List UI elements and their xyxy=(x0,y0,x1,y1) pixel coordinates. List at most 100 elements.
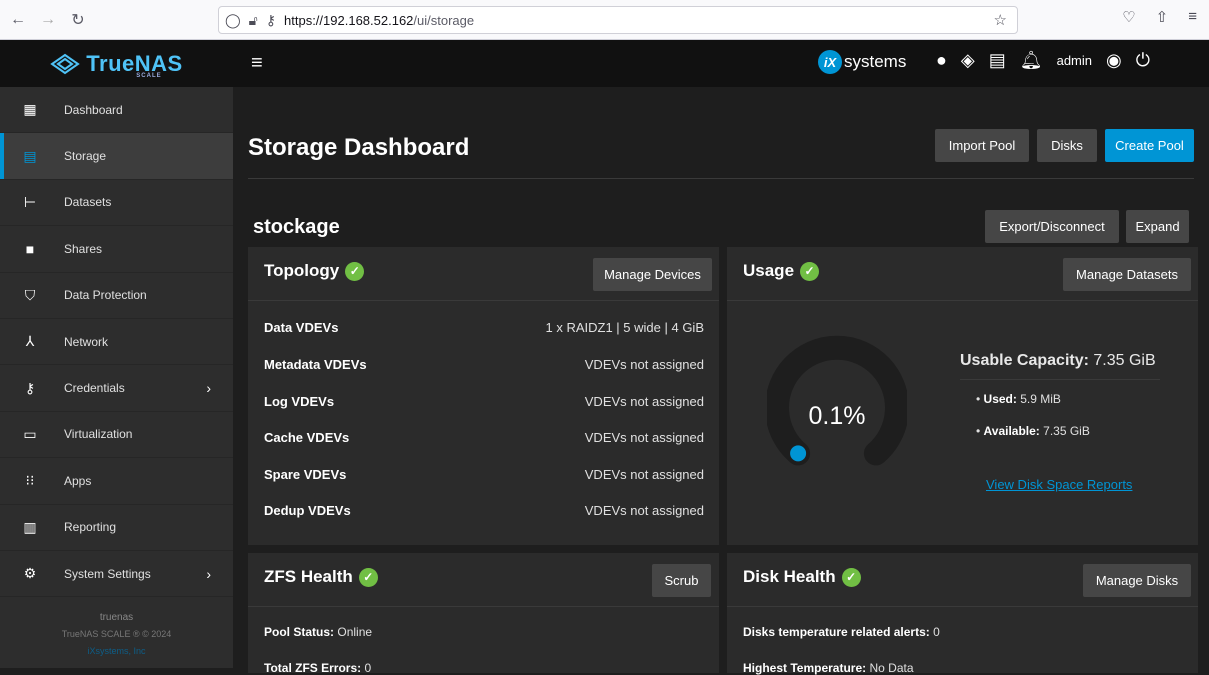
sidebar-item-virtualization[interactable]: ▭ Virtualization xyxy=(0,412,233,459)
reload-icon[interactable]: ↻ xyxy=(66,8,90,32)
gauge-percent: 0.1% xyxy=(808,402,866,430)
bell-icon[interactable]: 🔔︎ xyxy=(1020,50,1043,71)
sidebar-item-data-protection[interactable]: ⛉ Data Protection xyxy=(0,273,233,319)
sidebar-item-storage[interactable]: ▤ Storage xyxy=(0,133,233,180)
bookmark-star-icon[interactable]: ☆ xyxy=(994,11,1007,29)
sidebar-item-apps[interactable]: ⁝⁝ Apps xyxy=(0,458,233,505)
pool-status: Pool Status: Online xyxy=(264,625,373,639)
divider xyxy=(248,606,719,607)
gauge-fill xyxy=(790,445,807,462)
manage-devices-button[interactable]: Manage Devices xyxy=(593,258,712,291)
page-title: Storage Dashboard xyxy=(248,134,470,161)
ixsystems-logo[interactable]: iX systems xyxy=(818,50,906,74)
total-zfs-errors: Total ZFS Errors: 0 xyxy=(264,661,372,675)
truenas-logo[interactable]: TrueNAS SCALE xyxy=(0,40,233,87)
pocket-icon[interactable]: ♡ xyxy=(1122,8,1135,26)
truenas-mark-icon xyxy=(50,53,81,74)
sidebar-item-label: Data Protection xyxy=(64,288,147,303)
hamburger-menu-icon[interactable]: ≡ xyxy=(251,52,263,75)
card-title: Disk Health ✓ xyxy=(743,567,861,587)
browser-toolbar: ← → ↻ ◯ 🔓︎ ⚷ https://192.168.52.162/ui/s… xyxy=(0,0,1209,40)
menu-icon[interactable]: ≡ xyxy=(1188,8,1197,26)
create-pool-button[interactable]: Create Pool xyxy=(1105,129,1194,162)
user-name[interactable]: admin xyxy=(1057,53,1092,68)
card-title: Topology ✓ xyxy=(264,261,365,281)
shield-icon: ⛉ xyxy=(24,286,36,303)
sidebar-item-label: Network xyxy=(64,334,109,349)
sidebar-item-dashboard[interactable]: ▦ Dashboard xyxy=(0,87,233,134)
dashboard-icon: ▦ xyxy=(23,101,37,118)
network-icon: ⅄ xyxy=(25,333,35,350)
usable-capacity: Usable Capacity: 7.35 GiB xyxy=(960,352,1156,369)
sidebar-item-label: Dashboard xyxy=(64,102,123,117)
sidebar-item-reporting[interactable]: ▥ Reporting xyxy=(0,505,233,551)
power-icon[interactable]: ⏻ xyxy=(1136,50,1150,71)
insecure-lock-icon: 🔓︎ xyxy=(248,11,258,28)
expand-button[interactable]: Expand xyxy=(1126,210,1189,243)
back-arrow-icon[interactable]: ← xyxy=(6,8,30,32)
pool-name: stockage xyxy=(253,216,340,238)
available-item: • Available: 7.35 GiB xyxy=(976,424,1090,438)
url-bar[interactable]: ◯ 🔓︎ ⚷ https://192.168.52.162/ui/storage… xyxy=(218,6,1018,34)
main-content: Storage Dashboard Import Pool Disks Crea… xyxy=(233,87,1209,675)
copyright: TrueNAS SCALE ® © 2024 xyxy=(61,629,172,640)
forward-arrow-icon[interactable]: → xyxy=(36,8,60,32)
export-disconnect-button[interactable]: Export/Disconnect xyxy=(985,210,1119,243)
check-circle-icon: ✓ xyxy=(345,261,365,281)
sidebar-item-label: Credentials xyxy=(64,381,125,396)
sidebar-item-label: Reporting xyxy=(64,520,117,535)
sidebar-item-datasets[interactable]: ⊢ Datasets xyxy=(0,180,233,227)
manage-disks-button[interactable]: Manage Disks xyxy=(1083,564,1191,597)
scrub-button[interactable]: Scrub xyxy=(652,564,711,597)
highest-temperature: Highest Temperature: No Data xyxy=(743,661,914,675)
card-title: ZFS Health ✓ xyxy=(264,567,378,587)
check-circle-icon: ✓ xyxy=(841,567,861,587)
sidebar: ▦ Dashboard ▤ Storage ⊢ Datasets ■ Share… xyxy=(0,87,233,668)
account-icon[interactable]: ◉ xyxy=(1106,50,1122,71)
topology-row: Data VDEVs 1 x RAIDZ1 | 5 wide | 4 GiB xyxy=(264,320,704,335)
disks-button[interactable]: Disks xyxy=(1037,129,1097,162)
truecommand-icon[interactable]: ◈ xyxy=(961,50,975,71)
temperature-alerts: Disks temperature related alerts: 0 xyxy=(743,625,940,639)
divider xyxy=(248,178,1194,179)
view-disk-space-reports-link[interactable]: View Disk Space Reports xyxy=(986,477,1132,492)
topology-row: Metadata VDEVs VDEVs not assigned xyxy=(264,357,704,372)
ix-text: systems xyxy=(844,52,907,71)
sidebar-item-label: Datasets xyxy=(64,195,112,210)
used-item: • Used: 5.9 MiB xyxy=(976,392,1061,406)
community-icon[interactable]: ● xyxy=(936,50,947,71)
company-link[interactable]: iXsystems, Inc xyxy=(0,643,233,660)
sidebar-item-system-settings[interactable]: ⚙ System Settings › xyxy=(0,551,233,598)
sidebar-item-label: Virtualization xyxy=(64,427,133,442)
clipboard-icon[interactable]: ▤ xyxy=(989,50,1006,71)
sidebar-item-credentials[interactable]: ⚷ Credentials › xyxy=(0,365,233,412)
url-host: https://192.168.52.162 xyxy=(284,12,414,28)
apps-icon: ⁝⁝ xyxy=(25,472,35,489)
datasets-icon: ⊢ xyxy=(23,193,37,210)
ix-mark: iX xyxy=(818,50,842,74)
sidebar-item-network[interactable]: ⅄ Network xyxy=(0,319,233,366)
manage-datasets-button[interactable]: Manage Datasets xyxy=(1063,258,1191,291)
check-circle-icon: ✓ xyxy=(358,567,378,587)
laptop-icon: ▭ xyxy=(23,425,37,442)
sidebar-item-shares[interactable]: ■ Shares xyxy=(0,226,233,273)
url-path: /ui/storage xyxy=(413,12,475,28)
disk-health-card: Disk Health ✓ Manage Disks Disks temperat… xyxy=(727,553,1198,675)
share-icon[interactable]: ⇧ xyxy=(1156,8,1169,26)
import-pool-button[interactable]: Import Pool xyxy=(935,129,1029,162)
card-title: Usage ✓ xyxy=(743,261,820,281)
sidebar-footer: truenas TrueNAS SCALE ® © 2024 iXsystems… xyxy=(0,597,233,660)
topology-row: Dedup VDEVs VDEVs not assigned xyxy=(264,503,704,518)
chevron-right-icon: › xyxy=(206,380,211,397)
topology-card: Topology ✓ Manage Devices Data VDEVs 1 x R… xyxy=(248,247,719,545)
divider xyxy=(960,379,1160,380)
hostname: truenas xyxy=(99,612,134,624)
topology-row: Cache VDEVs VDEVs not assigned xyxy=(264,430,704,445)
usage-card: Usage ✓ Manage Datasets 0.1% Usable Capac… xyxy=(727,247,1198,545)
gauge-track xyxy=(767,335,907,466)
topology-row: Spare VDEVs VDEVs not assigned xyxy=(264,467,704,482)
chevron-right-icon: › xyxy=(206,565,211,582)
zfs-health-card: ZFS Health ✓ Scrub Pool Status: Online To… xyxy=(248,553,719,675)
sidebar-item-label: Shares xyxy=(64,241,103,256)
usage-gauge xyxy=(767,335,907,466)
